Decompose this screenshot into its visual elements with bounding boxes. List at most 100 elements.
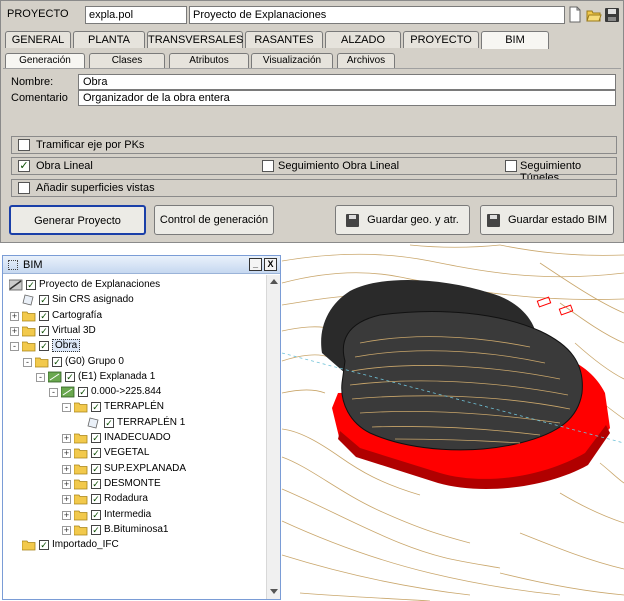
tree-item[interactable]: + ✓ Virtual 3D xyxy=(3,324,265,339)
guardar-estado-button[interactable]: Guardar estado BIM xyxy=(480,205,614,235)
sub-tab-bar: Generación Clases Atributos Visualizació… xyxy=(3,53,623,69)
tree-item-label: (E1) Explanada 1 xyxy=(78,370,156,382)
save-icon[interactable] xyxy=(604,6,620,23)
tree-item-checkbox[interactable]: ✓ xyxy=(91,448,101,459)
bim-tree: ✓ Proyecto de Explanaciones ✓ Sin CRS asign… xyxy=(3,275,265,599)
tree-item[interactable]: + ✓ B.Bituminosa1 xyxy=(3,523,265,538)
tree-item[interactable]: + ✓ Cartografía xyxy=(3,309,265,324)
expand-icon[interactable]: + xyxy=(62,495,71,505)
tree-item-checkbox[interactable]: ✓ xyxy=(39,310,49,321)
tree-item-label: TERRAPLÉN xyxy=(104,401,165,413)
element-icon xyxy=(47,371,62,383)
tree-item-label: Importado_IFC xyxy=(52,539,119,551)
subtab-archivos[interactable]: Archivos xyxy=(337,53,395,69)
tree-item[interactable]: ✓ Importado_IFC xyxy=(3,538,265,553)
tree-item-checkbox[interactable]: ✓ xyxy=(39,540,49,551)
tree-item-checkbox[interactable]: ✓ xyxy=(91,524,101,535)
tree-item-checkbox[interactable]: ✓ xyxy=(91,402,101,413)
tree-item-checkbox[interactable]: ✓ xyxy=(78,387,88,398)
expand-icon[interactable]: + xyxy=(62,464,71,474)
tree-item[interactable]: + ✓ SUP.EXPLANADA xyxy=(3,462,265,477)
tree-item[interactable]: + ✓ DESMONTE xyxy=(3,477,265,492)
tree-item[interactable]: - ✓ (E1) Explanada 1 xyxy=(3,370,265,385)
new-file-icon[interactable] xyxy=(567,6,583,23)
collapse-icon[interactable]: - xyxy=(36,372,45,382)
seguimiento-tuneles-checkbox[interactable] xyxy=(505,160,517,172)
generar-proyecto-button[interactable]: Generar Proyecto xyxy=(9,205,146,235)
tree-item-label: Sin CRS asignado xyxy=(52,294,134,306)
tab-rasantes[interactable]: RASANTES xyxy=(245,31,323,48)
tree-item[interactable]: - ✓ TERRAPLÉN xyxy=(3,400,265,415)
tramificar-checkbox[interactable] xyxy=(18,139,30,151)
tree-item[interactable]: ✓ Sin CRS asignado xyxy=(3,293,265,308)
project-name-field[interactable]: Proyecto de Explanaciones xyxy=(189,6,565,24)
expand-icon[interactable]: + xyxy=(62,479,71,489)
expand-icon[interactable]: + xyxy=(62,510,71,520)
tree-item-label: (G0) Grupo 0 xyxy=(65,355,124,367)
tab-planta[interactable]: PLANTA xyxy=(73,31,145,48)
tree-item[interactable]: - ✓ (G0) Grupo 0 xyxy=(3,355,265,370)
tab-transversales[interactable]: TRANSVERSALES xyxy=(147,31,243,48)
tree-item[interactable]: + ✓ VEGETAL xyxy=(3,446,265,461)
collapse-icon[interactable]: - xyxy=(23,357,32,367)
open-folder-icon[interactable] xyxy=(586,6,602,23)
collapse-icon[interactable]: - xyxy=(10,342,19,352)
file-name-field[interactable]: expla.pol xyxy=(85,6,187,24)
tab-bim[interactable]: BIM xyxy=(481,31,549,49)
guardar-geo-button[interactable]: Guardar geo. y atr. proyecto xyxy=(335,205,470,254)
tree-scrollbar[interactable] xyxy=(266,275,280,599)
element-icon xyxy=(60,386,75,398)
seguimiento-obra-label: Seguimiento Obra Lineal xyxy=(278,160,400,172)
tree-item[interactable]: - ✓ 0.000->225.844 xyxy=(3,385,265,400)
tab-general[interactable]: GENERAL xyxy=(5,31,71,48)
tree-item-checkbox[interactable]: ✓ xyxy=(39,341,49,352)
tree-item[interactable]: + ✓ INADECUADO xyxy=(3,431,265,446)
tree-item-checkbox[interactable]: ✓ xyxy=(91,433,101,443)
tree-item[interactable]: + ✓ Intermedia xyxy=(3,508,265,523)
scroll-down-icon[interactable] xyxy=(270,589,278,594)
tree-item[interactable]: - ✓ Obra xyxy=(3,339,265,354)
minimize-icon[interactable]: _ xyxy=(249,258,262,271)
tree-item-checkbox[interactable]: ✓ xyxy=(39,325,49,336)
collapse-icon[interactable]: - xyxy=(62,403,71,413)
tree-item-checkbox[interactable]: ✓ xyxy=(91,494,101,505)
expand-icon[interactable]: + xyxy=(62,525,71,535)
expand-icon[interactable]: + xyxy=(62,434,71,443)
tree-item-checkbox[interactable]: ✓ xyxy=(65,371,75,382)
subtab-atributos[interactable]: Atributos xyxy=(169,53,249,69)
tree-item-checkbox[interactable]: ✓ xyxy=(91,478,101,489)
tree-item-checkbox[interactable]: ✓ xyxy=(104,417,114,428)
scroll-up-icon[interactable] xyxy=(270,279,278,284)
tree-item-checkbox[interactable]: ✓ xyxy=(91,509,101,520)
tab-proyecto[interactable]: PROYECTO xyxy=(403,31,479,48)
subtab-generacion[interactable]: Generación xyxy=(5,53,85,69)
seguimiento-obra-checkbox[interactable] xyxy=(262,160,274,172)
tree-item-checkbox[interactable]: ✓ xyxy=(39,295,49,306)
save-icon xyxy=(486,213,500,227)
folder-icon xyxy=(21,340,36,352)
collapse-icon[interactable]: - xyxy=(49,388,58,398)
folder-icon xyxy=(34,356,49,368)
tree-item-checkbox[interactable]: ✓ xyxy=(52,356,62,367)
tree-item-checkbox[interactable]: ✓ xyxy=(91,463,101,474)
tree-item-checkbox[interactable]: ✓ xyxy=(26,280,36,290)
expand-icon[interactable]: + xyxy=(10,311,19,321)
subtab-clases[interactable]: Clases xyxy=(89,53,165,69)
tree-item[interactable]: + ✓ Rodadura xyxy=(3,492,265,507)
tab-alzado[interactable]: ALZADO xyxy=(325,31,401,48)
comentario-input[interactable]: Organizador de la obra entera xyxy=(78,90,616,106)
close-icon[interactable]: X xyxy=(264,258,277,271)
control-generacion-button[interactable]: Control de generación xyxy=(154,205,274,235)
tree-item[interactable]: ✓ TERRAPLÉN 1 xyxy=(3,416,265,431)
subtab-visualizacion[interactable]: Visualización xyxy=(251,53,333,69)
bim-window-titlebar[interactable]: BIM _ X xyxy=(3,256,280,274)
tree-item[interactable]: ✓ Proyecto de Explanaciones xyxy=(3,278,265,293)
expand-icon[interactable]: + xyxy=(62,449,71,459)
obra-lineal-checkbox[interactable]: ✓ xyxy=(18,160,30,172)
anadir-superficies-label: Añadir superficies vistas xyxy=(36,182,155,194)
dock-grip-icon[interactable] xyxy=(8,260,18,270)
obra-lineal-row: ✓ Obra Lineal Seguimiento Obra Lineal Se… xyxy=(11,157,617,184)
nombre-input[interactable]: Obra xyxy=(78,74,616,90)
expand-icon[interactable]: + xyxy=(10,326,19,336)
anadir-superficies-checkbox[interactable] xyxy=(18,182,30,194)
